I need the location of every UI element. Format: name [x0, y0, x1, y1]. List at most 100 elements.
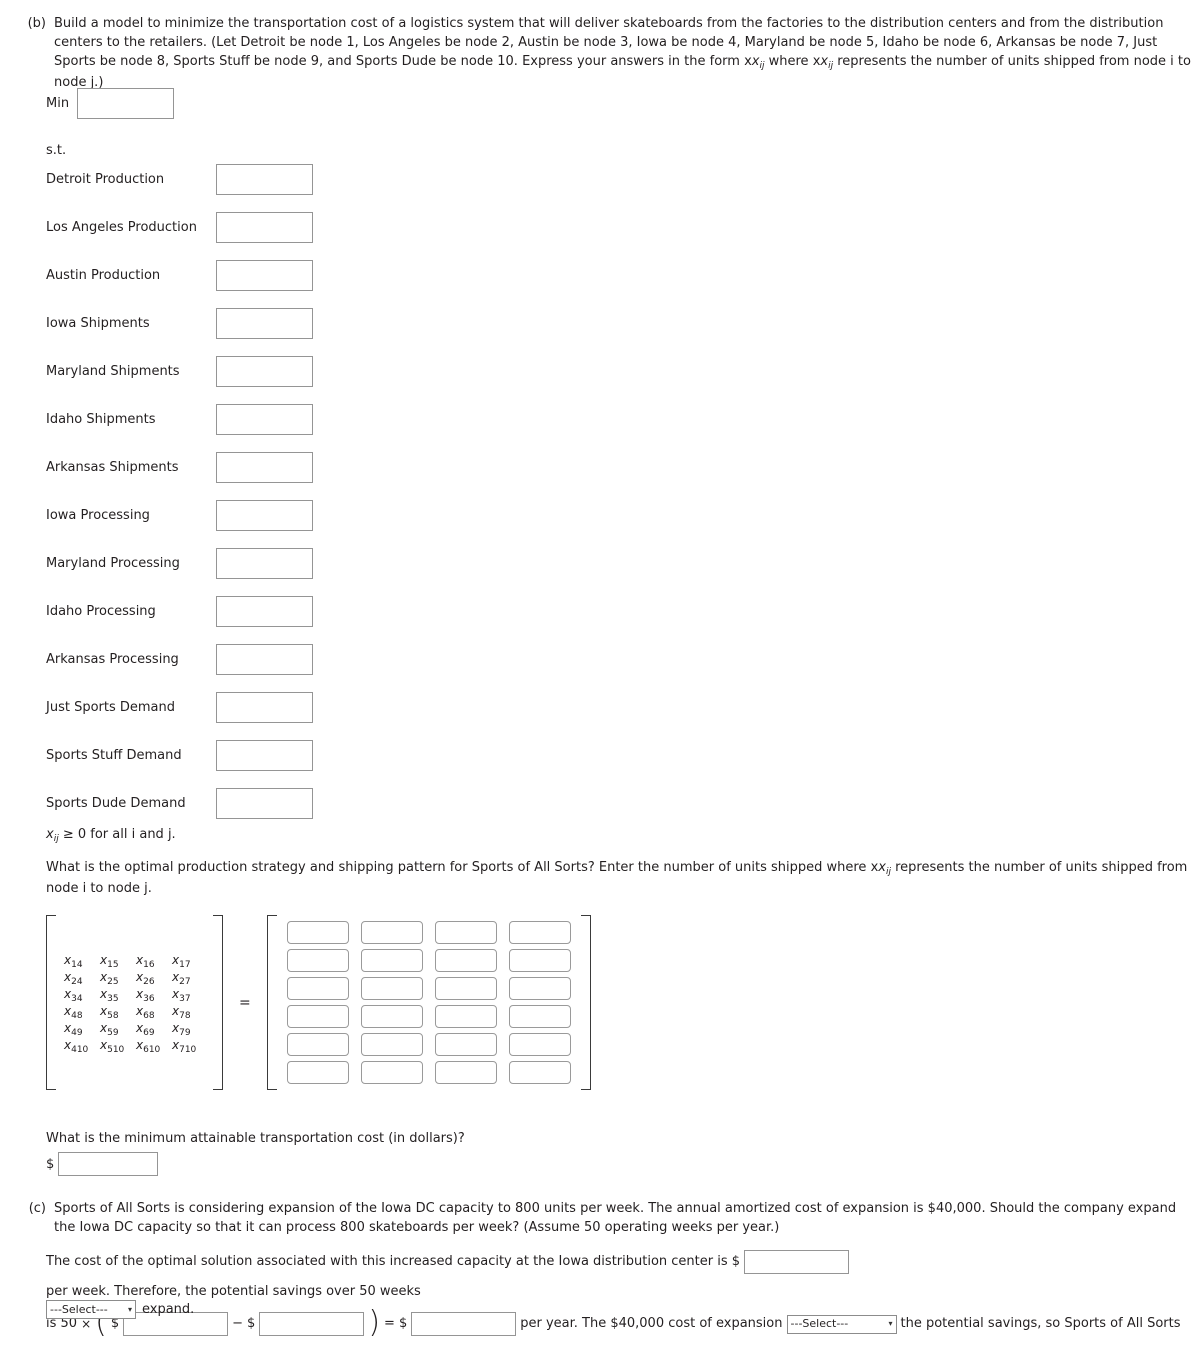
constraint-row-arkansas-shipments: Arkansas Shipments	[46, 452, 376, 483]
min-cost-answer-row: $	[46, 1152, 159, 1176]
constraint-row-arkansas-processing: Arkansas Processing	[46, 644, 376, 675]
shipment-input-x36[interactable]	[434, 977, 497, 1000]
minus-sign: −	[232, 1316, 244, 1331]
variable-cell: x37	[172, 987, 191, 1004]
shipment-input-x34[interactable]	[286, 977, 349, 1000]
answer-cell	[434, 949, 497, 972]
part-c-answer-area: The cost of the optimal solution associa…	[46, 1247, 1196, 1339]
constraint-label: Idaho Processing	[46, 604, 156, 619]
left-bracket-close	[213, 915, 223, 1090]
shipment-input-x510[interactable]	[360, 1061, 423, 1084]
answer-cell	[434, 977, 497, 1000]
constraint-row-sports-dude-demand: Sports Dude Demand	[46, 788, 376, 819]
shipment-input-x610[interactable]	[434, 1061, 497, 1084]
variable-cell: x510	[100, 1038, 125, 1055]
worksheet-page: (b) Build a model to minimize the transp…	[0, 0, 1200, 1348]
strategy-question: What is the optimal production strategy …	[46, 858, 1191, 898]
variable-cell: x36	[136, 987, 155, 1004]
answer-matrix	[277, 915, 581, 1090]
shipment-input-x79[interactable]	[508, 1033, 571, 1056]
shipment-input-x24[interactable]	[286, 949, 349, 972]
variable-cell: x79	[172, 1021, 191, 1038]
constraint-input-austin-production[interactable]	[216, 260, 313, 291]
part-c-line-3: ---Select--- ▾ expand.	[46, 1300, 194, 1319]
nonnegativity-constraint: xij ≥ 0 for all i and j.	[46, 827, 176, 844]
answer-cell	[286, 1005, 349, 1028]
answer-matrix-row	[286, 977, 571, 1000]
shipment-input-x49[interactable]	[286, 1033, 349, 1056]
shipment-input-x16[interactable]	[434, 921, 497, 944]
variable-cell: x35	[100, 987, 119, 1004]
objective-function-input[interactable]	[77, 88, 175, 119]
variable-cell: x15	[100, 953, 119, 970]
savings-subtrahend-input[interactable]	[259, 1312, 365, 1336]
annual-savings-input[interactable]	[411, 1312, 517, 1336]
objective-row: Min	[46, 88, 175, 119]
part-c-line2-tail: the potential savings, so Sports of All …	[900, 1316, 1181, 1331]
answer-cell	[434, 1033, 497, 1056]
shipment-input-x35[interactable]	[360, 977, 423, 1000]
shipment-input-x37[interactable]	[508, 977, 571, 1000]
matrix-equation: x14 x15 x16 x17 x24 x25 x26 x27 x34 x35 …	[46, 915, 591, 1090]
shipment-input-x48[interactable]	[286, 1005, 349, 1028]
select-decision[interactable]: ---Select--- ▾	[46, 1300, 136, 1319]
constraint-input-iowa-shipments[interactable]	[216, 308, 313, 339]
shipment-input-x59[interactable]	[360, 1033, 423, 1056]
constraint-label: Austin Production	[46, 268, 161, 283]
answer-cell	[286, 921, 349, 944]
question-b-sub-2: ij	[828, 61, 834, 71]
select-comparison[interactable]: ---Select--- ▾	[786, 1314, 897, 1334]
variable-matrix-row: x24 x25 x26 x27	[64, 969, 208, 987]
constraint-input-sports-dude-demand[interactable]	[216, 788, 313, 819]
answer-cell	[508, 977, 571, 1000]
min-cost-question: What is the minimum attainable transport…	[46, 1131, 465, 1146]
constraint-input-idaho-processing[interactable]	[216, 596, 313, 627]
answer-cell	[434, 921, 497, 944]
variable-cell: x34	[64, 987, 83, 1004]
shipment-input-x69[interactable]	[434, 1033, 497, 1056]
strategy-question-text: What is the optimal production strategy …	[46, 860, 1188, 896]
equals-sign: =	[384, 1316, 395, 1331]
shipment-input-x15[interactable]	[360, 921, 423, 944]
shipment-input-x58[interactable]	[360, 1005, 423, 1028]
shipment-input-x68[interactable]	[434, 1005, 497, 1028]
question-c-text: Sports of All Sorts is considering expan…	[54, 1201, 1177, 1235]
variable-cell: x410	[64, 1038, 89, 1055]
variable-cell: x24	[64, 970, 83, 987]
answer-cell	[508, 1005, 571, 1028]
variable-cell: x78	[172, 1004, 191, 1021]
answer-cell	[360, 977, 423, 1000]
constraint-row-maryland-processing: Maryland Processing	[46, 548, 376, 579]
variable-cell: x710	[172, 1038, 197, 1055]
shipment-input-x17[interactable]	[508, 921, 571, 944]
constraint-input-arkansas-shipments[interactable]	[216, 452, 313, 483]
shipment-input-x25[interactable]	[360, 949, 423, 972]
min-cost-input[interactable]	[58, 1152, 159, 1176]
shipment-input-x78[interactable]	[508, 1005, 571, 1028]
variable-matrix-row: x49 x59 x69 x79	[64, 1020, 208, 1038]
constraint-input-maryland-processing[interactable]	[216, 548, 313, 579]
nonnegativity-sub: ij	[53, 834, 59, 844]
equals-sign: =	[239, 994, 251, 1011]
constraint-input-detroit-production[interactable]	[216, 164, 313, 195]
constraint-input-maryland-shipments[interactable]	[216, 356, 313, 387]
constraint-input-sports-stuff-demand[interactable]	[216, 740, 313, 771]
weekly-cost-input[interactable]	[744, 1250, 850, 1274]
chevron-down-icon: ▾	[888, 1319, 893, 1328]
shipment-input-x14[interactable]	[286, 921, 349, 944]
constraint-input-los-angeles-production[interactable]	[216, 212, 313, 243]
constraint-input-just-sports-demand[interactable]	[216, 692, 313, 723]
shipment-input-x410[interactable]	[286, 1061, 349, 1084]
constraint-input-iowa-processing[interactable]	[216, 500, 313, 531]
select-comparison-value: ---Select---	[790, 1317, 849, 1330]
constraint-input-idaho-shipments[interactable]	[216, 404, 313, 435]
variable-cell: x69	[136, 1021, 155, 1038]
answer-matrix-row	[286, 1005, 571, 1028]
constraint-input-arkansas-processing[interactable]	[216, 644, 313, 675]
shipment-input-x27[interactable]	[508, 949, 571, 972]
answer-cell	[508, 1061, 571, 1084]
answer-matrix-row	[286, 1033, 571, 1056]
shipment-input-x26[interactable]	[434, 949, 497, 972]
shipment-input-x710[interactable]	[508, 1061, 571, 1084]
constraint-row-sports-stuff-demand: Sports Stuff Demand	[46, 740, 376, 771]
